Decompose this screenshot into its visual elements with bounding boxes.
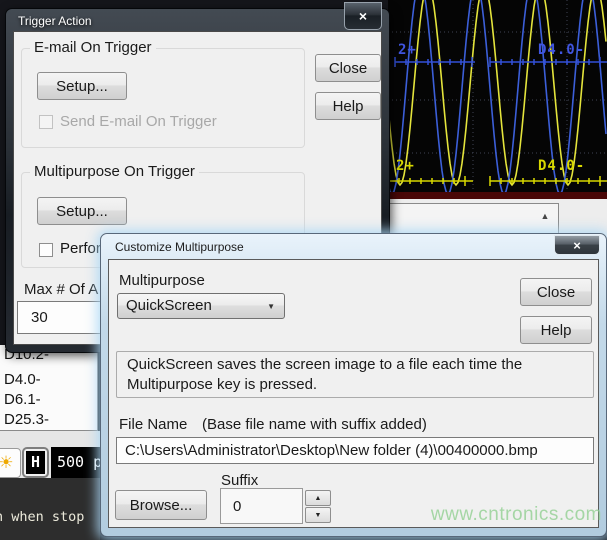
dialog-body: Multipurpose QuickScreen ▼ Close Help Qu… (108, 259, 599, 528)
group-label: Multipurpose On Trigger (30, 163, 199, 180)
send-email-checkbox-label: Send E-mail On Trigger (60, 113, 217, 130)
digital-marker-d4-top: D4.0- (538, 42, 585, 58)
close-button[interactable]: Close (520, 278, 592, 306)
description-box: QuickScreen saves the screen image to a … (116, 351, 594, 398)
send-email-checkbox[interactable] (39, 115, 53, 129)
list-item[interactable]: D25.3- (4, 411, 49, 428)
perform-checkbox[interactable] (39, 243, 53, 257)
close-button[interactable]: Close (315, 54, 381, 82)
max-actions-label: Max # Of A (24, 281, 98, 298)
group-label: E-mail On Trigger (30, 39, 156, 56)
multipurpose-dropdown[interactable]: QuickScreen ▼ (117, 293, 285, 319)
multipurpose-label: Multipurpose (119, 272, 205, 289)
dialog-title: Customize Multipurpose (115, 240, 244, 254)
oscilloscope-display: 2+ D4.0- 2+ D4.0- (388, 0, 607, 199)
horizontal-settings-button[interactable]: H (22, 447, 49, 478)
timebase-readout[interactable]: 500 p (51, 447, 100, 478)
brightness-icon[interactable]: ☀ (0, 448, 21, 478)
close-icon[interactable]: × (344, 2, 382, 30)
status-strip: h when stop (0, 478, 100, 540)
suffix-down-icon[interactable]: ▼ (305, 507, 331, 523)
h-icon: H (26, 451, 45, 474)
suffix-input[interactable] (220, 488, 303, 524)
suffix-label: Suffix (221, 472, 258, 489)
multipurpose-setup-button[interactable]: Setup... (37, 197, 127, 225)
channel-marker-2-bottom: 2+ (396, 158, 415, 174)
timebase-value: 500 p (51, 453, 102, 471)
file-path-input[interactable] (116, 437, 594, 464)
scope-bottom-bar (388, 192, 607, 199)
help-button[interactable]: Help (520, 316, 592, 344)
help-button[interactable]: Help (315, 92, 381, 120)
customize-multipurpose-dialog: Customize Multipurpose × Multipurpose Qu… (100, 233, 607, 537)
dropdown-value: QuickScreen (126, 297, 212, 314)
file-name-hint: (Base file name with suffix added) (202, 416, 427, 433)
dialog-title: Trigger Action (18, 14, 92, 28)
perform-checkbox-label: Perfor (60, 240, 101, 257)
email-setup-button[interactable]: Setup... (37, 72, 127, 100)
channel-list-panel: D10.2- D4.0- D6.1- D25.3- (0, 345, 98, 431)
channel-marker-2-top: 2+ (398, 42, 417, 58)
scroll-up-icon[interactable]: ▲ (536, 209, 554, 223)
browse-button[interactable]: Browse... (115, 490, 207, 520)
close-icon[interactable]: × (554, 235, 600, 255)
digital-marker-d4-bottom: D4.0- (538, 158, 585, 174)
chevron-down-icon: ▼ (267, 302, 275, 311)
list-item[interactable]: D6.1- (4, 391, 41, 408)
file-name-label: File Name (119, 416, 187, 433)
status-text: h when stop (0, 509, 84, 525)
list-item[interactable]: D4.0- (4, 371, 41, 388)
toolbar-strip: ☀ H 500 p (0, 431, 100, 478)
watermark: www.cntronics.com (430, 504, 602, 526)
suffix-up-icon[interactable]: ▲ (305, 490, 331, 506)
